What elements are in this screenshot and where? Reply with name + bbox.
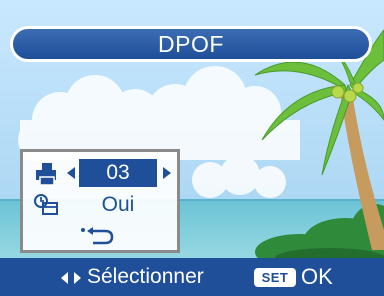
bottom-hint-bar: Sélectionner SET OK — [0, 258, 384, 296]
date-value[interactable]: Oui — [79, 190, 157, 220]
date-row[interactable]: Oui — [23, 190, 177, 220]
copies-selector[interactable]: 03 — [65, 159, 177, 187]
copies-value[interactable]: 03 — [79, 159, 157, 187]
left-right-arrows-icon — [61, 272, 81, 284]
back-row[interactable] — [23, 221, 177, 251]
dpof-settings-panel: 03 Oui — [20, 149, 180, 253]
date-stamp-icon — [34, 194, 58, 215]
return-arrow-icon[interactable] — [79, 223, 119, 249]
copies-row[interactable]: 03 — [23, 159, 177, 189]
ok-hint-label: OK — [301, 264, 333, 289]
increase-arrow-icon[interactable] — [163, 167, 171, 179]
menu-title: DPOF — [158, 31, 224, 57]
menu-title-bar: DPOF — [10, 26, 372, 62]
set-button-badge: SET — [254, 268, 296, 287]
decrease-arrow-icon[interactable] — [67, 167, 75, 179]
printer-icon — [36, 163, 56, 186]
camera-lcd-screen: DPOF 03 Oui Sélectionner SET OK — [0, 0, 384, 296]
select-hint-label: Sélectionner — [87, 265, 204, 288]
